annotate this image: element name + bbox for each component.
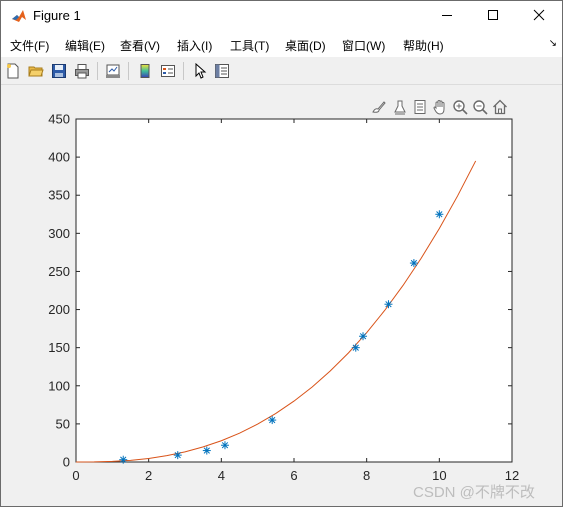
- x-tick-label: 0: [72, 468, 79, 483]
- toolbar-separator: [183, 62, 184, 80]
- menu-overflow-arrow-icon[interactable]: ↘: [549, 38, 557, 49]
- new-figure-icon[interactable]: [4, 62, 22, 80]
- property-inspector-icon[interactable]: [213, 62, 231, 80]
- y-tick-label: 450: [48, 112, 70, 127]
- y-tick-label: 200: [48, 302, 70, 317]
- data-point-marker: [359, 332, 368, 341]
- close-icon: [533, 8, 545, 26]
- data-point-marker: [173, 451, 182, 460]
- y-tick-label: 0: [63, 455, 70, 470]
- menu-window[interactable]: 窗口(W): [342, 37, 385, 54]
- y-tick-label: 100: [48, 378, 70, 393]
- menu-bar: 文件(F) 编辑(E) 查看(V) 插入(I) 工具(T) 桌面(D) 窗口(W…: [1, 32, 562, 57]
- save-icon[interactable]: [50, 62, 68, 80]
- menu-desktop[interactable]: 桌面(D): [285, 37, 326, 54]
- close-button[interactable]: [516, 1, 562, 32]
- menu-tools[interactable]: 工具(T): [230, 37, 269, 54]
- legend-icon[interactable]: [159, 62, 177, 80]
- x-tick-label: 4: [218, 468, 225, 483]
- data-point-marker: [351, 343, 360, 352]
- toolbar-separator: [128, 62, 129, 80]
- x-tick-label: 2: [145, 468, 152, 483]
- y-tick-label: 150: [48, 340, 70, 355]
- colorbar-icon[interactable]: [136, 62, 154, 80]
- menu-edit[interactable]: 编辑(E): [65, 37, 105, 54]
- y-tick-label: 400: [48, 150, 70, 165]
- data-point-marker: [384, 300, 393, 309]
- figure-toolbar: [1, 57, 562, 85]
- open-file-icon[interactable]: [27, 62, 45, 80]
- csdn-watermark: CSDN @不牌不改: [413, 484, 535, 501]
- menu-view[interactable]: 查看(V): [120, 37, 160, 54]
- axes-box: [75, 118, 513, 463]
- title-bar: Figure 1: [1, 1, 562, 32]
- window-title: Figure 1: [33, 8, 81, 23]
- data-point-marker: [119, 455, 128, 464]
- menu-help[interactable]: 帮助(H): [403, 37, 444, 54]
- y-tick-label: 300: [48, 226, 70, 241]
- print-icon[interactable]: [73, 62, 91, 80]
- y-tick-label: 50: [56, 416, 70, 431]
- data-point-marker: [409, 259, 418, 268]
- y-tick-label: 350: [48, 188, 70, 203]
- link-plot-icon[interactable]: [104, 62, 122, 80]
- edit-plot-arrow-icon[interactable]: [191, 62, 209, 80]
- figure-window: Figure 1 文件(F) 编辑(E) 查看(V) 插入(I) 工具(T) 桌…: [0, 0, 563, 507]
- toolbar-separator: [97, 62, 98, 80]
- minimize-button[interactable]: [424, 1, 470, 32]
- maximize-button[interactable]: [470, 1, 516, 32]
- matlab-figure-icon: [11, 8, 27, 24]
- maximize-icon: [487, 8, 499, 26]
- minimize-icon: [441, 8, 453, 26]
- menu-file[interactable]: 文件(F): [10, 37, 49, 54]
- plot-axes[interactable]: 0 2 4 6 8 10 12050100150200250300350400450: [1, 85, 562, 506]
- y-tick-label: 250: [48, 264, 70, 279]
- menu-insert[interactable]: 插入(I): [177, 37, 212, 54]
- x-tick-label: 8: [363, 468, 370, 483]
- x-tick-label: 6: [290, 468, 297, 483]
- data-point-marker: [202, 446, 211, 455]
- data-point-marker: [268, 416, 277, 425]
